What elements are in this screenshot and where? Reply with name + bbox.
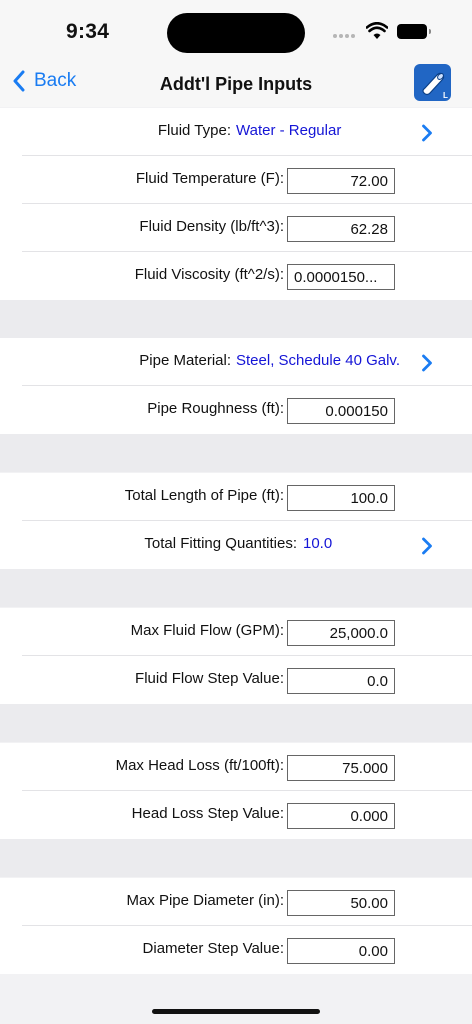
- diameter-step-label: Diameter Step Value:: [142, 940, 284, 957]
- fluid-temperature-row: Fluid Temperature (F): 72.00: [0, 156, 472, 204]
- section-spacer: [0, 569, 472, 607]
- max-head-loss-field[interactable]: 75.000: [287, 755, 395, 781]
- cellular-signal-icon: [333, 34, 355, 38]
- pipe-roughness-row: Pipe Roughness (ft): 0.000150: [0, 386, 472, 434]
- app-icon-badge: L: [443, 91, 448, 100]
- fitting-quantities-value[interactable]: 10.0: [303, 535, 332, 552]
- fluid-flow-step-label: Fluid Flow Step Value:: [135, 670, 284, 687]
- fluid-type-row[interactable]: Fluid Type: Water - Regular: [0, 108, 472, 156]
- head-loss-step-field[interactable]: 0.000: [287, 803, 395, 829]
- max-fluid-flow-row: Max Fluid Flow (GPM): 25,000.0: [0, 608, 472, 656]
- section-spacer: [0, 704, 472, 742]
- pipe-roughness-field[interactable]: 0.000150: [287, 398, 395, 424]
- dynamic-island: [167, 13, 305, 53]
- page-title: Addt'l Pipe Inputs: [159, 74, 313, 94]
- pipe-icon: L: [422, 72, 448, 100]
- pipe-material-value[interactable]: Steel, Schedule 40 Galv.: [236, 352, 400, 369]
- fluid-flow-step-row: Fluid Flow Step Value: 0.0: [0, 656, 472, 704]
- head-loss-step-row: Head Loss Step Value: 0.000: [0, 791, 472, 839]
- home-indicator[interactable]: [152, 1009, 320, 1014]
- fluid-viscosity-field[interactable]: 0.0000150...: [287, 264, 395, 290]
- fluid-density-row: Fluid Density (lb/ft^3): 62.28: [0, 204, 472, 252]
- section-spacer: [0, 300, 472, 338]
- section-spacer: [0, 839, 472, 877]
- diameter-step-field[interactable]: 0.00: [287, 938, 395, 964]
- fluid-viscosity-label: Fluid Viscosity (ft^2/s):: [134, 266, 284, 283]
- fitting-quantities-row[interactable]: Total Fitting Quantities: 10.0: [0, 521, 472, 569]
- pipe-app-icon[interactable]: L: [414, 64, 451, 101]
- status-time: 9:34: [66, 20, 110, 43]
- fluid-density-label: Fluid Density (lb/ft^3):: [139, 218, 284, 235]
- pipe-material-row[interactable]: Pipe Material: Steel, Schedule 40 Galv.: [0, 338, 472, 386]
- max-pipe-diameter-row: Max Pipe Diameter (in): 50.00: [0, 878, 472, 926]
- max-head-loss-label: Max Head Loss (ft/100ft):: [115, 757, 284, 774]
- total-length-field[interactable]: 100.0: [287, 485, 395, 511]
- chevron-right-icon[interactable]: [421, 124, 433, 142]
- battery-icon: [397, 24, 431, 39]
- max-head-loss-row: Max Head Loss (ft/100ft): 75.000: [0, 743, 472, 791]
- chevron-right-icon[interactable]: [421, 537, 433, 555]
- fluid-viscosity-row: Fluid Viscosity (ft^2/s): 0.0000150...: [0, 252, 472, 300]
- fluid-density-field[interactable]: 62.28: [287, 216, 395, 242]
- total-length-label: Total Length of Pipe (ft):: [124, 487, 284, 504]
- max-pipe-diameter-label: Max Pipe Diameter (in):: [126, 892, 284, 909]
- chevron-right-icon[interactable]: [421, 354, 433, 372]
- fluid-type-value[interactable]: Water - Regular: [236, 122, 341, 139]
- pipe-roughness-label: Pipe Roughness (ft):: [147, 400, 284, 417]
- fluid-temperature-field[interactable]: 72.00: [287, 168, 395, 194]
- fluid-temperature-label: Fluid Temperature (F):: [135, 170, 284, 187]
- navigation-bar: Back Addt'l Pipe Inputs L: [0, 60, 472, 107]
- fluid-flow-step-field[interactable]: 0.0: [287, 668, 395, 694]
- max-fluid-flow-label: Max Fluid Flow (GPM):: [130, 622, 284, 639]
- status-bar: 9:34: [0, 0, 472, 60]
- pipe-material-label: Pipe Material:: [139, 352, 231, 369]
- max-pipe-diameter-field[interactable]: 50.00: [287, 890, 395, 916]
- wifi-icon: [366, 22, 388, 39]
- section-spacer: [0, 434, 472, 472]
- total-length-row: Total Length of Pipe (ft): 100.0: [0, 473, 472, 521]
- head-loss-step-label: Head Loss Step Value:: [131, 805, 284, 822]
- max-fluid-flow-field[interactable]: 25,000.0: [287, 620, 395, 646]
- fluid-type-label: Fluid Type:: [157, 122, 231, 139]
- diameter-step-row: Diameter Step Value: 0.00: [0, 926, 472, 974]
- fitting-quantities-label: Total Fitting Quantities:: [144, 535, 297, 552]
